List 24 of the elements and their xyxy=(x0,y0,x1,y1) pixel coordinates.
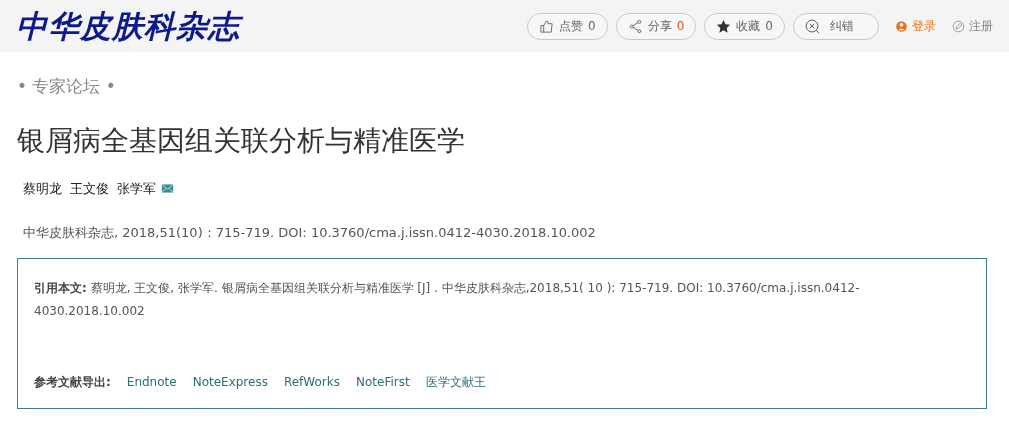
pencil-icon xyxy=(952,19,965,33)
register-link[interactable]: 注册 xyxy=(952,17,993,35)
like-button[interactable]: 点赞 0 xyxy=(527,12,608,40)
export-link[interactable]: RefWorks xyxy=(283,373,340,392)
section-label: • 专家论坛 • xyxy=(17,75,117,98)
author-name: 王文俊 xyxy=(70,180,109,199)
error-report-icon xyxy=(805,18,820,34)
export-link[interactable]: Endnote xyxy=(126,373,177,392)
share-button[interactable]: 分享 0 xyxy=(615,12,697,40)
share-icon xyxy=(627,18,643,34)
citation-text: 引用本文: 蔡明龙, 王文俊, 张学军. 银屑病全基因组关联分析与精准医学 [J] . 中华皮肤科杂志,2018,51( 10 ): 715-719. DOI: 10.3760/cma.j.issn.0412-4030.2018.10.002 xyxy=(34,280,861,321)
thumbs-up-icon xyxy=(539,18,555,34)
user-icon xyxy=(895,19,908,33)
article-title: 银屑病全基因组关联分析与精准医学 xyxy=(17,123,466,158)
citation-line: 中华皮肤科杂志, 2018,51(10)：715-719. DOI: 10.3760/cma.j.issn.0412-4030.2018.10.002 xyxy=(22,223,597,242)
author-name: 张学军 xyxy=(117,180,156,199)
export-link[interactable]: NoteExpress xyxy=(192,373,268,392)
export-link[interactable]: NoteFirst xyxy=(355,373,410,392)
export-link[interactable]: 医学文献王 xyxy=(425,373,486,392)
export-label: 参考文献导出: xyxy=(34,374,111,392)
favorite-button[interactable]: 收藏 0 xyxy=(704,12,785,40)
author-name: 蔡明龙 xyxy=(23,180,62,199)
report-error-button[interactable]: 纠错 xyxy=(793,12,879,40)
star-icon xyxy=(716,18,732,34)
